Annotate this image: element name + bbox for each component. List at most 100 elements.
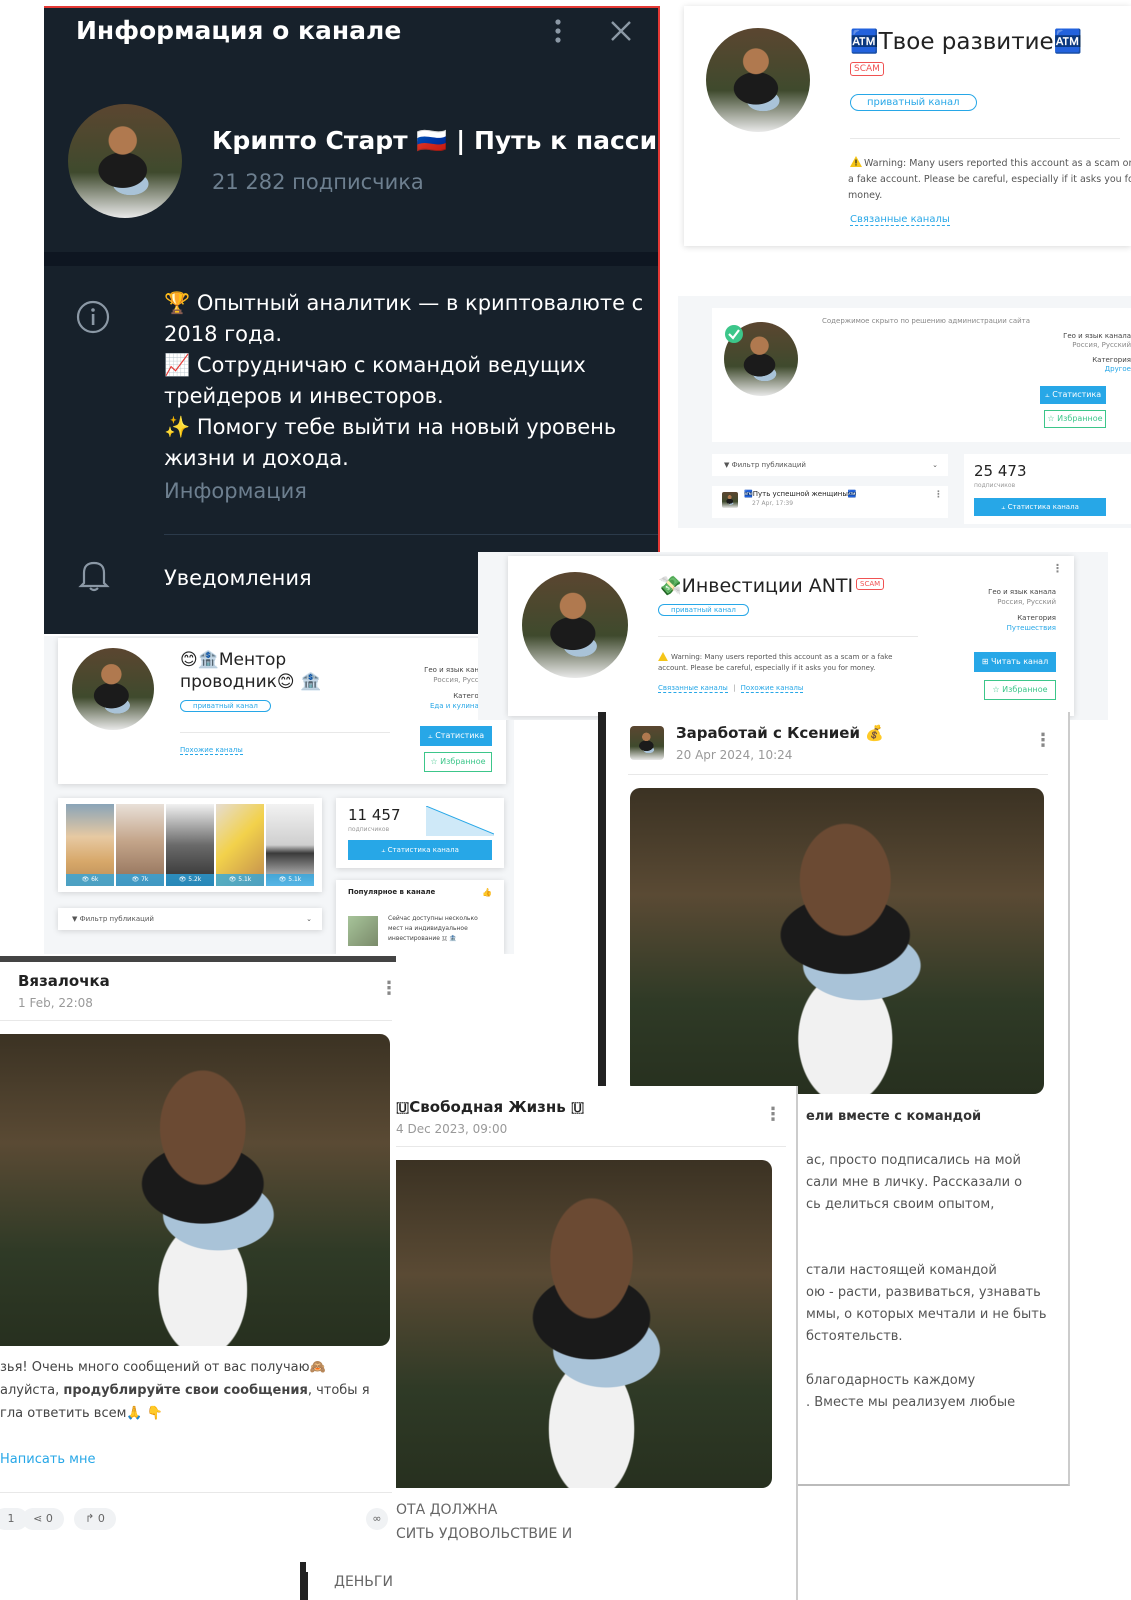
channel-links: Связанные каналы | Похожие каналы	[658, 684, 804, 693]
forwards-stat[interactable]: ↱ 0	[74, 1508, 116, 1530]
anti-header: 💸Инвестиции ANTI SCAM приватный канал Wa…	[508, 556, 1074, 716]
bio-caption: Информация	[164, 479, 307, 503]
similar-channels-link[interactable]: Похожие каналы	[180, 746, 243, 755]
filter-icon: ▼	[724, 461, 732, 469]
chevron-down-icon: ⌄	[932, 461, 938, 469]
post-menu-icon[interactable]: ⋮	[934, 490, 943, 500]
filter-icon: ▼	[72, 915, 80, 923]
bio-line: трейдеров и инвесторов.	[164, 384, 444, 408]
shares-stat[interactable]: ⋖ 0	[22, 1508, 64, 1530]
bell-icon	[78, 558, 110, 592]
hidden-header: Содержимое скрыто по решению администрац…	[712, 308, 1131, 442]
private-channel-tag[interactable]: приватный канал	[850, 94, 977, 111]
channel-avatar	[522, 572, 628, 678]
channel-card-mentor: 😊🏦Ментор проводник😊 🏦 приватный канал По…	[44, 636, 514, 954]
channel-title-line1: 😊🏦Ментор	[180, 650, 287, 670]
channel-statistics-button[interactable]: ⫠ Статистика канала	[974, 498, 1106, 516]
read-channel-button[interactable]: ⊞ Читать канал	[974, 652, 1056, 672]
channel-avatar	[72, 648, 154, 730]
author-avatar	[630, 726, 664, 760]
thumbnail-views: 👁 6k	[66, 874, 114, 886]
scam-warning-text: Warning: Many users reported this accoun…	[658, 653, 893, 672]
channel-avatar	[706, 28, 810, 132]
category-value: Путешествия	[1006, 624, 1056, 632]
favorite-button[interactable]: ☆ Избранное	[1044, 410, 1106, 428]
subscriber-count: 21 282 подписчика	[212, 170, 424, 194]
close-icon[interactable]	[608, 18, 634, 44]
post-date: 27 Apr, 17:39	[752, 500, 794, 507]
popular-box: Популярное в канале 👍 Сейчас доступны не…	[336, 880, 504, 954]
post-photo[interactable]	[396, 1160, 772, 1488]
divider	[396, 1146, 786, 1147]
divider	[850, 138, 1120, 139]
scam-badge: SCAM	[856, 578, 885, 590]
post-caps-text: ОТА ДОЛЖНА СИТЬ УДОВОЛЬСТВИЕ И	[396, 1502, 573, 1542]
channel-card-anti: 💸Инвестиции ANTI SCAM приватный канал Wa…	[478, 552, 1108, 720]
channel-title: 🏧Твое развитие🏧	[850, 29, 1083, 55]
similar-channels-link[interactable]: Похожие каналы	[740, 684, 804, 693]
divider	[180, 732, 390, 733]
post-photo[interactable]	[0, 1034, 390, 1346]
favorite-button[interactable]: ☆ Избранное	[984, 680, 1056, 700]
post-author: Заработай с Ксенией 💰	[676, 724, 884, 742]
post-author: Вязалочка	[18, 972, 110, 990]
favorite-button[interactable]: ☆ Избранное	[424, 752, 492, 772]
related-channels-link[interactable]: Связанные каналы	[850, 214, 950, 226]
notifications-toggle[interactable]: Уведомления	[164, 566, 312, 590]
related-channels-link[interactable]: Связанные каналы	[658, 684, 728, 693]
publication-filter[interactable]: ▼ Фильтр публикаций ⌄	[712, 454, 948, 476]
statistics-button[interactable]: ⫠ Статистика	[1040, 386, 1106, 404]
info-icon	[76, 300, 110, 334]
subscriber-label: подписчиков	[974, 482, 1016, 489]
channel-card-razvitie: 🏧Твое развитие🏧 SCAM приватный канал War…	[684, 6, 1131, 246]
post-card-vyazalochka: Вязалочка 1 Feb, 22:08 ⋮ зья! Очень мног…	[0, 956, 396, 1600]
write-me-link[interactable]: Написать мне	[0, 1452, 95, 1467]
geo-value: Россия, Русский	[1072, 341, 1131, 349]
popular-text: Сейчас доступны несколько мест на индиви…	[388, 915, 478, 942]
post-row[interactable]: 🏧Путь успешной женщины🏧 27 Apr, 17:39 ⋮	[712, 486, 948, 518]
mentor-header: 😊🏦Ментор проводник😊 🏦 приватный канал По…	[58, 638, 506, 784]
card-menu-icon[interactable]: ⋮	[1052, 562, 1063, 575]
scam-warning-text: Warning: Many users reported this accoun…	[848, 158, 1131, 201]
panel-title: Информация о канале	[76, 16, 402, 45]
popular-thumbnail[interactable]	[348, 916, 378, 946]
post-card-svobodnaya: 🇺Свободная Жизнь 🇺 4 Dec 2023, 09:00 ⋮ О…	[396, 1086, 798, 1600]
post-menu-icon[interactable]: ⋮	[380, 978, 396, 999]
post-caps-text-tail: ДЕНЬГИ	[334, 1574, 393, 1590]
post-menu-icon[interactable]: ⋮	[764, 1104, 782, 1125]
channel-statistics-button[interactable]: ⫠ Статистика канала	[348, 840, 492, 860]
thumb-up-icon: 👍	[482, 888, 492, 897]
bottom-strip: ДЕНЬГИ	[306, 1572, 400, 1600]
channel-description: 🏆 Опытный аналитик — в криптовалюте с 20…	[164, 288, 644, 507]
post-title: 🏧Путь успешной женщины🏧	[744, 490, 857, 498]
verified-check-icon	[724, 324, 744, 344]
forward-icon: ↱	[85, 1512, 98, 1525]
post-photo[interactable]	[630, 788, 1044, 1094]
divider	[628, 774, 1048, 775]
chevron-down-icon: ⌄	[306, 915, 312, 923]
post-author: 🇺Свободная Жизнь 🇺	[396, 1098, 585, 1116]
private-channel-tag[interactable]: приватный канал	[658, 604, 749, 616]
private-channel-tag[interactable]: приватный канал	[180, 700, 271, 712]
post-menu-icon[interactable]: ⋮	[1034, 730, 1052, 751]
category-label: Категория	[1092, 356, 1131, 364]
share-icon: ⋖	[33, 1512, 46, 1525]
subscribers-box: 25 473 подписчиков ⫠ Статистика канала	[964, 454, 1131, 524]
post-date: 1 Feb, 22:08	[18, 996, 93, 1010]
more-options-icon[interactable]	[548, 16, 568, 46]
section-divider	[44, 252, 658, 266]
star-icon: ☆	[430, 757, 441, 766]
bio-line: 🏆 Опытный аналитик — в криптовалюте с	[164, 291, 644, 315]
statistics-button[interactable]: ⫠ Статистика	[420, 726, 492, 746]
publication-filter[interactable]: ▼ Фильтр публикаций ⌄	[58, 908, 322, 930]
subscriber-label: подписчиков	[348, 826, 390, 833]
geo-label: Гео и язык канала	[1063, 332, 1131, 340]
thumbnail-views: 👁 5.1k	[216, 874, 264, 886]
category-value: Другое	[1104, 365, 1131, 373]
post-text: ели вместе с командой ас, просто подписа…	[806, 1109, 1047, 1410]
post-avatar	[722, 492, 738, 508]
post-text: зья! Очень много сообщений от вас получа…	[0, 1360, 370, 1421]
bio-line: 📈 Сотрудничаю с командой ведущих	[164, 353, 586, 377]
star-icon: ☆	[992, 685, 1003, 694]
link-icon[interactable]: ∞	[366, 1508, 388, 1530]
